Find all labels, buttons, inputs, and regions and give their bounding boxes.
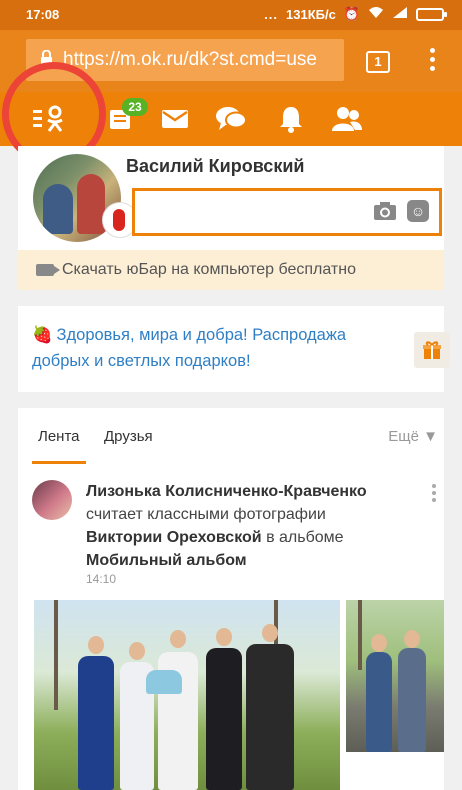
profile-header: Василий Кировский ☺ bbox=[18, 146, 444, 246]
promo-text: Здоровья, мира и добра! Распродажа добры… bbox=[32, 326, 347, 370]
messages-icon[interactable] bbox=[156, 100, 194, 138]
screen: 17:08 ... 131КБ/с ⏰ https://m.ok.ru/dk?s… bbox=[0, 0, 462, 790]
ok-toolbar bbox=[0, 92, 462, 146]
lock-icon bbox=[40, 49, 53, 71]
gift-button[interactable] bbox=[414, 332, 450, 368]
feed-album[interactable]: Мобильный альбом bbox=[86, 552, 247, 569]
feed-photo[interactable] bbox=[346, 600, 444, 752]
alarm-icon: ⏰ bbox=[343, 6, 360, 21]
status-bar: 17:08 ... 131КБ/с ⏰ bbox=[0, 0, 462, 30]
feed-photo[interactable] bbox=[34, 600, 340, 790]
more-dropdown[interactable]: Ещё ▼ bbox=[388, 428, 438, 445]
discussions-icon[interactable] bbox=[212, 100, 250, 138]
promo-block: 🍓 Здоровья, мира и добра! Распродажа добр… bbox=[18, 306, 450, 392]
status-input[interactable]: ☺ bbox=[132, 188, 442, 236]
camera-icon[interactable] bbox=[373, 201, 397, 227]
download-banner[interactable]: Скачать юБар на компьютер бесплатно bbox=[18, 250, 444, 290]
feed-action: считает классными фотографии bbox=[86, 506, 326, 523]
status-dots: ... bbox=[264, 6, 278, 22]
download-text: Скачать юБар на компьютер бесплатно bbox=[62, 261, 356, 278]
feed-target[interactable]: Виктории Ореховской bbox=[86, 529, 262, 546]
separator bbox=[18, 290, 444, 306]
url-text: https://m.ok.ru/dk?st.cmd=use bbox=[63, 49, 317, 70]
feed-time: 14:10 bbox=[86, 572, 117, 586]
profile-name[interactable]: Василий Кировский bbox=[126, 156, 304, 177]
tab-switcher-button[interactable]: 1 bbox=[366, 51, 390, 73]
feed-tabs: Лента Друзья Ещё ▼ bbox=[18, 408, 444, 466]
feed-item-menu[interactable] bbox=[432, 484, 438, 505]
tab-friends[interactable]: Друзья bbox=[104, 428, 153, 445]
browser-toolbar: https://m.ok.ru/dk?st.cmd=use 1 bbox=[0, 30, 462, 92]
friends-icon[interactable] bbox=[328, 100, 366, 138]
battery-icon bbox=[416, 7, 447, 21]
separator bbox=[18, 392, 444, 408]
feed-item-text: Лизонька Колисниченко-Кравченко считает … bbox=[86, 480, 396, 572]
status-indicators: ... 131КБ/с ⏰ bbox=[264, 6, 447, 22]
notifications-icon[interactable] bbox=[272, 100, 310, 138]
feed-item: Лизонька Колисниченко-Кравченко считает … bbox=[18, 468, 444, 790]
smile-icon[interactable]: ☺ bbox=[407, 200, 429, 222]
strawberry-icon: 🍓 bbox=[32, 326, 53, 344]
feed-author[interactable]: Лизонька Колисниченко-Кравченко bbox=[86, 483, 367, 500]
promo-link[interactable]: 🍓 Здоровья, мира и добра! Распродажа добр… bbox=[32, 322, 392, 374]
feed-album-prefix: в альбоме bbox=[266, 529, 344, 546]
browser-menu-button[interactable] bbox=[422, 48, 442, 76]
url-bar[interactable]: https://m.ok.ru/dk?st.cmd=use bbox=[26, 39, 344, 81]
tab-feed[interactable]: Лента bbox=[32, 428, 86, 464]
network-speed: 131КБ/с bbox=[286, 6, 336, 22]
feed-author-avatar[interactable] bbox=[32, 480, 72, 520]
feed-badge: 23 bbox=[122, 98, 148, 116]
status-time: 17:08 bbox=[26, 7, 60, 22]
wifi-icon bbox=[368, 6, 384, 22]
signal-icon bbox=[392, 6, 408, 22]
video-icon bbox=[36, 264, 60, 276]
menu-icon[interactable] bbox=[32, 100, 70, 138]
main-content: Василий Кировский ☺ Скачать юБар на комп… bbox=[18, 146, 450, 790]
